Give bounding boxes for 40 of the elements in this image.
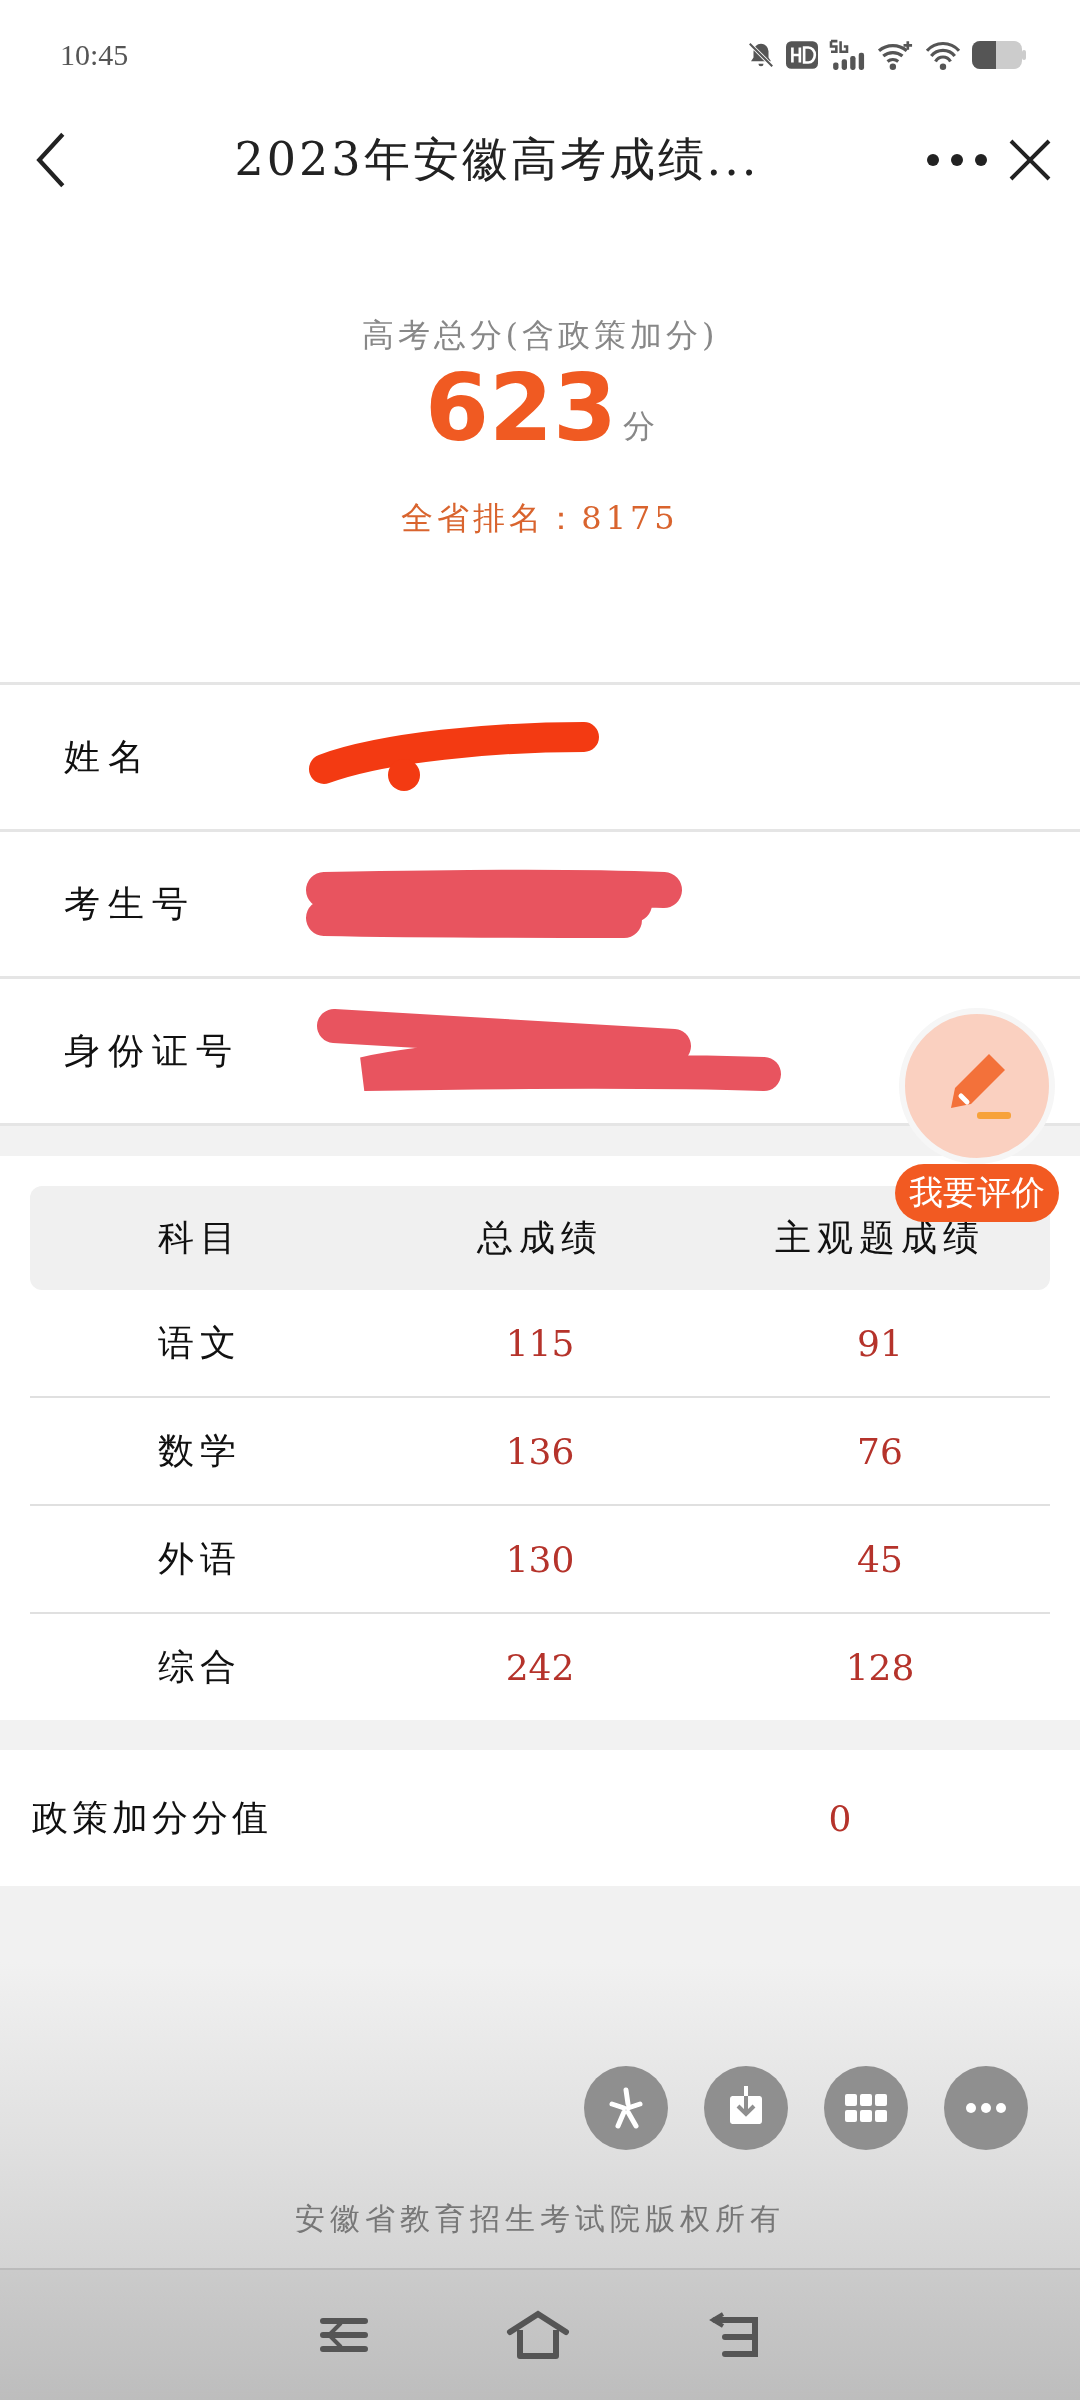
battery-icon <box>972 41 1026 69</box>
more-icon[interactable] <box>926 153 988 167</box>
table-cell-text: 综合 <box>157 1644 243 1689</box>
bell-off-icon <box>746 40 776 70</box>
column-header: 科目 <box>157 1215 243 1260</box>
hd-icon <box>786 41 818 69</box>
close-icon[interactable] <box>1008 138 1052 182</box>
table-cell-text: 数学 <box>157 1428 243 1473</box>
table-cell-text: 128 <box>844 1646 916 1688</box>
total-score: 623 <box>424 358 617 460</box>
rate-button[interactable]: 我要评价 <box>895 1164 1059 1222</box>
wifi-icon <box>876 39 914 71</box>
table-cell-text: 45 <box>856 1538 904 1580</box>
wifi-icon <box>924 39 962 71</box>
status-time: 10:45 <box>60 38 129 72</box>
table-cell-text: 136 <box>504 1430 576 1472</box>
table-cell-text: 76 <box>856 1430 904 1472</box>
province-rank: 全省排名：8175 <box>401 498 679 540</box>
home-icon[interactable] <box>506 2310 570 2360</box>
menu-icon[interactable] <box>318 2315 369 2355</box>
table-cell-text: 91 <box>856 1322 904 1364</box>
table-cell-text: 130 <box>504 1538 576 1580</box>
score-unit: 分 <box>623 406 655 448</box>
copyright-text: 安徽省教育招生考试院版权所有 <box>295 2200 785 2238</box>
score-caption: 高考总分(含政策加分) <box>361 315 719 356</box>
sparkle-icon[interactable] <box>584 2066 668 2150</box>
field-label: 姓名 <box>64 734 153 779</box>
bonus-label: 政策加分分值 <box>32 1795 273 1840</box>
table-cell-text: 语文 <box>157 1320 243 1365</box>
field-label: 考生号 <box>64 881 197 926</box>
field-label: 身份证号 <box>64 1028 241 1073</box>
download-icon[interactable] <box>704 2066 788 2150</box>
table-cell-text: 外语 <box>157 1536 243 1581</box>
cellular-signal-icon <box>828 39 866 71</box>
page-title: 2023年安徽高考成绩... <box>233 131 761 188</box>
table-cell-text: 115 <box>504 1322 576 1364</box>
column-header: 总成绩 <box>476 1215 604 1260</box>
bonus-value: 0 <box>827 1797 853 1839</box>
table-cell-text: 242 <box>504 1646 576 1688</box>
grid-icon[interactable] <box>824 2066 908 2150</box>
